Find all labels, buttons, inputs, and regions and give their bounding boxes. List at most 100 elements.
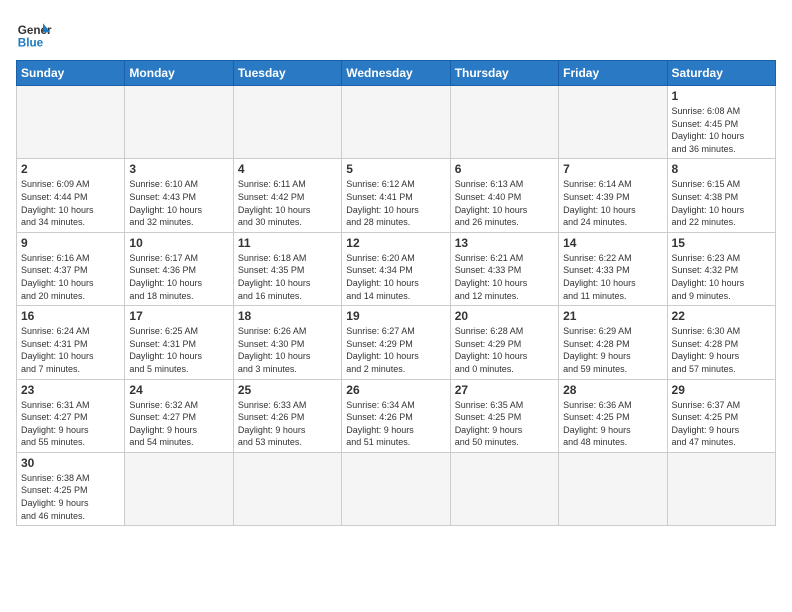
day-number: 14	[563, 236, 662, 250]
svg-text:Blue: Blue	[18, 37, 44, 50]
day-info: Sunrise: 6:30 AM Sunset: 4:28 PM Dayligh…	[672, 325, 771, 375]
day-number: 2	[21, 162, 120, 176]
calendar-cell: 30 Sunrise: 6:38 AM Sunset: 4:25 PM Dayli…	[17, 452, 125, 525]
calendar-cell: 20Sunrise: 6:28 AM Sunset: 4:29 PM Dayli…	[450, 306, 558, 379]
weekday-header-saturday: Saturday	[667, 61, 775, 86]
calendar-cell	[342, 452, 450, 525]
calendar-week-row: 16 Sunrise: 6:24 AM Sunset: 4:31 PM Dayli…	[17, 306, 776, 379]
calendar-cell: 25 Sunrise: 6:33 AM Sunset: 4:26 PM Dayli…	[233, 379, 341, 452]
weekday-header-wednesday: Wednesday	[342, 61, 450, 86]
calendar-cell: 18Sunrise: 6:26 AM Sunset: 4:30 PM Dayli…	[233, 306, 341, 379]
calendar-cell: 7 Sunrise: 6:14 AM Sunset: 4:39 PM Daylig…	[559, 159, 667, 232]
calendar-cell	[125, 452, 233, 525]
day-number: 17	[129, 309, 228, 323]
calendar-week-row: 23Sunrise: 6:31 AM Sunset: 4:27 PM Dayli…	[17, 379, 776, 452]
day-number: 25	[238, 383, 337, 397]
logo-icon: General Blue	[16, 16, 52, 52]
calendar-cell: 11Sunrise: 6:18 AM Sunset: 4:35 PM Dayli…	[233, 232, 341, 305]
calendar-week-row: 1 Sunrise: 6:08 AM Sunset: 4:45 PM Daylig…	[17, 86, 776, 159]
day-info: Sunrise: 6:17 AM Sunset: 4:36 PM Dayligh…	[129, 252, 228, 302]
weekday-header-sunday: Sunday	[17, 61, 125, 86]
day-number: 18	[238, 309, 337, 323]
calendar-cell	[342, 86, 450, 159]
day-info: Sunrise: 6:20 AM Sunset: 4:34 PM Dayligh…	[346, 252, 445, 302]
calendar-cell: 23Sunrise: 6:31 AM Sunset: 4:27 PM Dayli…	[17, 379, 125, 452]
calendar-week-row: 9Sunrise: 6:16 AM Sunset: 4:37 PM Daylig…	[17, 232, 776, 305]
calendar-cell: 9Sunrise: 6:16 AM Sunset: 4:37 PM Daylig…	[17, 232, 125, 305]
day-info: Sunrise: 6:24 AM Sunset: 4:31 PM Dayligh…	[21, 325, 120, 375]
day-info: Sunrise: 6:08 AM Sunset: 4:45 PM Dayligh…	[672, 105, 771, 155]
page-header: General Blue	[16, 16, 776, 52]
day-number: 28	[563, 383, 662, 397]
day-number: 27	[455, 383, 554, 397]
calendar-cell	[667, 452, 775, 525]
weekday-header-row: SundayMondayTuesdayWednesdayThursdayFrid…	[17, 61, 776, 86]
day-number: 8	[672, 162, 771, 176]
logo: General Blue	[16, 16, 52, 52]
calendar-cell: 29 Sunrise: 6:37 AM Sunset: 4:25 PM Dayli…	[667, 379, 775, 452]
day-info: Sunrise: 6:21 AM Sunset: 4:33 PM Dayligh…	[455, 252, 554, 302]
day-info: Sunrise: 6:13 AM Sunset: 4:40 PM Dayligh…	[455, 178, 554, 228]
day-info: Sunrise: 6:37 AM Sunset: 4:25 PM Dayligh…	[672, 399, 771, 449]
calendar-cell: 8Sunrise: 6:15 AM Sunset: 4:38 PM Daylig…	[667, 159, 775, 232]
calendar-cell: 5Sunrise: 6:12 AM Sunset: 4:41 PM Daylig…	[342, 159, 450, 232]
calendar-cell: 28 Sunrise: 6:36 AM Sunset: 4:25 PM Dayli…	[559, 379, 667, 452]
calendar-cell	[125, 86, 233, 159]
day-info: Sunrise: 6:34 AM Sunset: 4:26 PM Dayligh…	[346, 399, 445, 449]
day-info: Sunrise: 6:27 AM Sunset: 4:29 PM Dayligh…	[346, 325, 445, 375]
calendar-cell: 1 Sunrise: 6:08 AM Sunset: 4:45 PM Daylig…	[667, 86, 775, 159]
weekday-header-tuesday: Tuesday	[233, 61, 341, 86]
day-info: Sunrise: 6:32 AM Sunset: 4:27 PM Dayligh…	[129, 399, 228, 449]
day-info: Sunrise: 6:16 AM Sunset: 4:37 PM Dayligh…	[21, 252, 120, 302]
weekday-header-friday: Friday	[559, 61, 667, 86]
day-info: Sunrise: 6:11 AM Sunset: 4:42 PM Dayligh…	[238, 178, 337, 228]
day-number: 23	[21, 383, 120, 397]
calendar-cell: 6 Sunrise: 6:13 AM Sunset: 4:40 PM Daylig…	[450, 159, 558, 232]
day-info: Sunrise: 6:35 AM Sunset: 4:25 PM Dayligh…	[455, 399, 554, 449]
day-info: Sunrise: 6:14 AM Sunset: 4:39 PM Dayligh…	[563, 178, 662, 228]
day-number: 16	[21, 309, 120, 323]
calendar-cell	[559, 452, 667, 525]
day-info: Sunrise: 6:29 AM Sunset: 4:28 PM Dayligh…	[563, 325, 662, 375]
calendar-cell	[233, 86, 341, 159]
day-number: 21	[563, 309, 662, 323]
calendar-cell: 17Sunrise: 6:25 AM Sunset: 4:31 PM Dayli…	[125, 306, 233, 379]
calendar-cell: 16 Sunrise: 6:24 AM Sunset: 4:31 PM Dayli…	[17, 306, 125, 379]
calendar-cell: 12 Sunrise: 6:20 AM Sunset: 4:34 PM Dayli…	[342, 232, 450, 305]
calendar-cell: 26Sunrise: 6:34 AM Sunset: 4:26 PM Dayli…	[342, 379, 450, 452]
day-number: 30	[21, 456, 120, 470]
calendar-cell	[450, 86, 558, 159]
day-number: 11	[238, 236, 337, 250]
day-info: Sunrise: 6:36 AM Sunset: 4:25 PM Dayligh…	[563, 399, 662, 449]
calendar-cell	[559, 86, 667, 159]
day-info: Sunrise: 6:33 AM Sunset: 4:26 PM Dayligh…	[238, 399, 337, 449]
day-info: Sunrise: 6:23 AM Sunset: 4:32 PM Dayligh…	[672, 252, 771, 302]
weekday-header-monday: Monday	[125, 61, 233, 86]
day-number: 1	[672, 89, 771, 103]
day-number: 12	[346, 236, 445, 250]
calendar-table: SundayMondayTuesdayWednesdayThursdayFrid…	[16, 60, 776, 526]
day-number: 10	[129, 236, 228, 250]
day-number: 29	[672, 383, 771, 397]
day-number: 7	[563, 162, 662, 176]
day-number: 24	[129, 383, 228, 397]
day-number: 22	[672, 309, 771, 323]
calendar-cell	[233, 452, 341, 525]
calendar-cell: 14 Sunrise: 6:22 AM Sunset: 4:33 PM Dayli…	[559, 232, 667, 305]
calendar-cell: 3Sunrise: 6:10 AM Sunset: 4:43 PM Daylig…	[125, 159, 233, 232]
weekday-header-thursday: Thursday	[450, 61, 558, 86]
calendar-cell: 10 Sunrise: 6:17 AM Sunset: 4:36 PM Dayli…	[125, 232, 233, 305]
calendar-cell: 4Sunrise: 6:11 AM Sunset: 4:42 PM Daylig…	[233, 159, 341, 232]
calendar-cell: 21 Sunrise: 6:29 AM Sunset: 4:28 PM Dayli…	[559, 306, 667, 379]
day-info: Sunrise: 6:12 AM Sunset: 4:41 PM Dayligh…	[346, 178, 445, 228]
day-info: Sunrise: 6:38 AM Sunset: 4:25 PM Dayligh…	[21, 472, 120, 522]
calendar-cell: 27 Sunrise: 6:35 AM Sunset: 4:25 PM Dayli…	[450, 379, 558, 452]
day-info: Sunrise: 6:09 AM Sunset: 4:44 PM Dayligh…	[21, 178, 120, 228]
day-number: 15	[672, 236, 771, 250]
calendar-week-row: 2 Sunrise: 6:09 AM Sunset: 4:44 PM Daylig…	[17, 159, 776, 232]
day-number: 19	[346, 309, 445, 323]
day-number: 6	[455, 162, 554, 176]
day-info: Sunrise: 6:22 AM Sunset: 4:33 PM Dayligh…	[563, 252, 662, 302]
day-number: 20	[455, 309, 554, 323]
day-number: 13	[455, 236, 554, 250]
